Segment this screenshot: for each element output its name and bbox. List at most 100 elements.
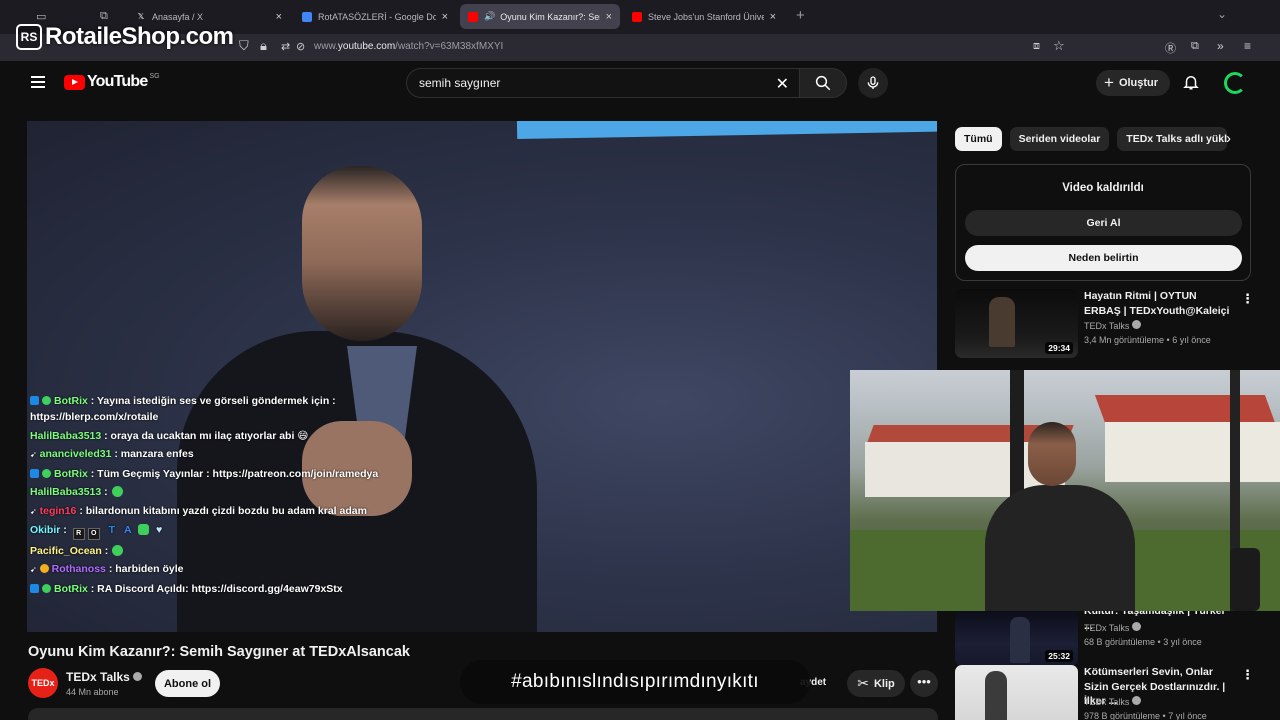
tab-google-docs[interactable]: RotATASÖZLERİ - Google Doküman × [294,4,456,29]
url-path: /watch?v=63M38xfMXYI [395,41,504,52]
profile-extension-icon[interactable]: Ⓡ [1165,40,1176,56]
tab-title: Anasayfa / X [152,11,204,22]
verified-badge-icon [42,583,51,593]
chevron-right-icon[interactable]: › [1226,130,1231,147]
more-vertical-icon[interactable]: ⋮ [1241,291,1254,307]
channel-avatar[interactable]: TEDx [28,668,58,698]
recommendation-channel[interactable]: TEDx Talks [1084,320,1142,331]
search-query: semih saygıner [419,76,501,90]
chevron-down-icon[interactable]: ⌄ [1217,7,1227,21]
sword-badge-icon: ➹ [30,506,37,516]
chat-text: : [104,544,109,557]
channel-name-link[interactable]: TEDx Talks [66,670,142,684]
sword-badge-icon: ➹ [30,565,37,574]
chat-username: Rothanoss [51,563,106,575]
coin-badge-icon [39,564,49,573]
youtube-logo[interactable]: YouTube SG [64,73,160,91]
chat-username: tegin16 [39,504,77,517]
hamburger-menu-icon[interactable] [31,76,45,88]
recommendation-title[interactable]: Hayatın Ritmi | OYTUN ERBAŞ | TEDxYouth@… [1084,289,1234,318]
watermark-badge: RS [16,24,42,50]
search-button[interactable] [799,68,847,98]
clear-search-icon[interactable]: ✕ [776,74,789,94]
speaker-silhouette [989,297,1015,347]
video-duration: 25:32 [1045,650,1073,662]
chat-message: ➹ Rothanoss : harbiden öyle [30,561,410,578]
close-tab-icon[interactable]: × [276,11,282,23]
heart-emote-icon: ♥ [156,524,163,536]
bot-badge-icon [30,583,39,593]
url-prefix: www. [314,41,338,52]
extensions-icon[interactable]: ⧉ [1191,40,1199,53]
recommendation-item[interactable]: 29:34 Hayatın Ritmi | OYTUN ERBAŞ | TEDx… [955,289,1255,361]
chip-series[interactable]: Seriden videolar [1009,127,1110,151]
video-removed-panel: Video kaldırıldı Geri Al Neden belirtin [955,164,1251,281]
webcam-house [1105,422,1280,482]
video-thumbnail[interactable]: 25:32 [955,611,1078,666]
recommendation-item[interactable]: Kötümserleri Sevin, Onlar Sizin Gerçek D… [955,665,1255,720]
chat-username: BotRix [54,467,88,480]
create-button[interactable]: + Oluştur [1096,70,1171,96]
more-actions-button[interactable]: ••• [910,670,938,697]
description-box[interactable] [28,708,938,720]
undo-button[interactable]: Geri Al [965,210,1242,236]
speaker-silhouette [985,671,1007,720]
chat-text: : [63,524,67,536]
lock-icon[interactable]: 🔒︎ [260,38,267,54]
recommendation-channel[interactable]: TEDx Talks [1084,622,1142,633]
recommendation-channel[interactable]: TEDx Talks [1084,696,1142,707]
chat-emoji: 😄 [297,429,309,442]
tab-title: Steve Jobs'un Stanford Üniversitesi [648,11,764,22]
chat-message: BotRix : RA Discord Açıldı: https://disc… [30,581,410,597]
search-input[interactable]: semih saygıner ✕ [406,68,800,98]
shield-icon[interactable]: ⛉ [239,38,249,54]
tell-us-why-button[interactable]: Neden belirtin [965,245,1242,271]
chat-message: HalilBaba3513 : [30,484,410,500]
google-docs-icon [302,11,312,22]
recommendation-meta: 68 B görüntüleme • 3 yıl önce [1084,637,1202,647]
overflow-chevrons-icon[interactable]: » [1217,39,1224,53]
video-thumbnail[interactable]: 29:34 [955,289,1078,358]
close-tab-icon[interactable]: × [770,11,776,23]
chat-username: HalilBaba3513 [30,429,102,442]
close-tab-icon[interactable]: × [606,11,612,23]
new-tab-icon[interactable]: + [796,7,805,24]
more-vertical-icon[interactable]: ⋮ [1241,667,1254,683]
menu-icon[interactable]: ≡ [1244,39,1251,53]
streamer-webcam [850,370,1280,611]
chat-text: : RA Discord Açıldı: https://discord.gg/… [90,582,343,595]
account-avatar[interactable] [1224,72,1246,94]
create-label: Oluştur [1118,77,1159,89]
clip-label: Klip [873,677,895,690]
tab-steve-jobs[interactable]: Steve Jobs'un Stanford Üniversitesi × [624,4,784,29]
chat-text: : manzara enfes [114,448,194,460]
video-thumbnail[interactable] [955,665,1078,720]
voice-search-button[interactable] [858,68,888,98]
x-logo-icon: 𝕏 [137,12,145,21]
chip-all[interactable]: Tümü [955,127,1002,151]
watermark-text: RotaileShop.com [45,23,234,50]
watermark: RS RotaileShop.com [16,23,234,51]
subscribe-button[interactable]: Abone ol [155,670,220,697]
emote-icon [111,486,123,497]
bookmark-star-icon[interactable]: ☆ [1053,38,1065,54]
verified-badge-icon [42,396,51,405]
o-emote-icon: O [87,528,100,540]
clip-button[interactable]: ✂ Klip [847,670,905,697]
speaker-head [302,166,422,341]
chat-message: BotRix : Yayına istediğin ses ve görseli… [30,393,410,425]
picture-in-picture-icon[interactable]: ⧈ [1033,40,1040,53]
logo-country: SG [149,73,160,80]
tracking-off-icon[interactable]: ⊘ [296,40,305,53]
close-tab-icon[interactable]: × [442,11,448,23]
tab-title: Oyunu Kim Kazanır?: Semih [500,11,600,22]
r-emote-icon: R [72,528,85,540]
chat-username: Okibir [30,524,61,536]
notifications-bell-icon[interactable] [1182,72,1200,92]
scissors-icon: ✂ [857,675,869,691]
chip-uploader[interactable]: TEDx Talks adlı yükleyici [1117,127,1228,151]
speaker-icon[interactable]: 🔊 [484,11,495,22]
permissions-icon[interactable]: ⇄ [281,40,290,53]
tab-youtube-active[interactable]: 🔊 Oyunu Kim Kazanır?: Semih × [460,4,620,29]
address-field[interactable]: www.youtube.com/watch?v=63M38xfMXYI [314,41,503,52]
